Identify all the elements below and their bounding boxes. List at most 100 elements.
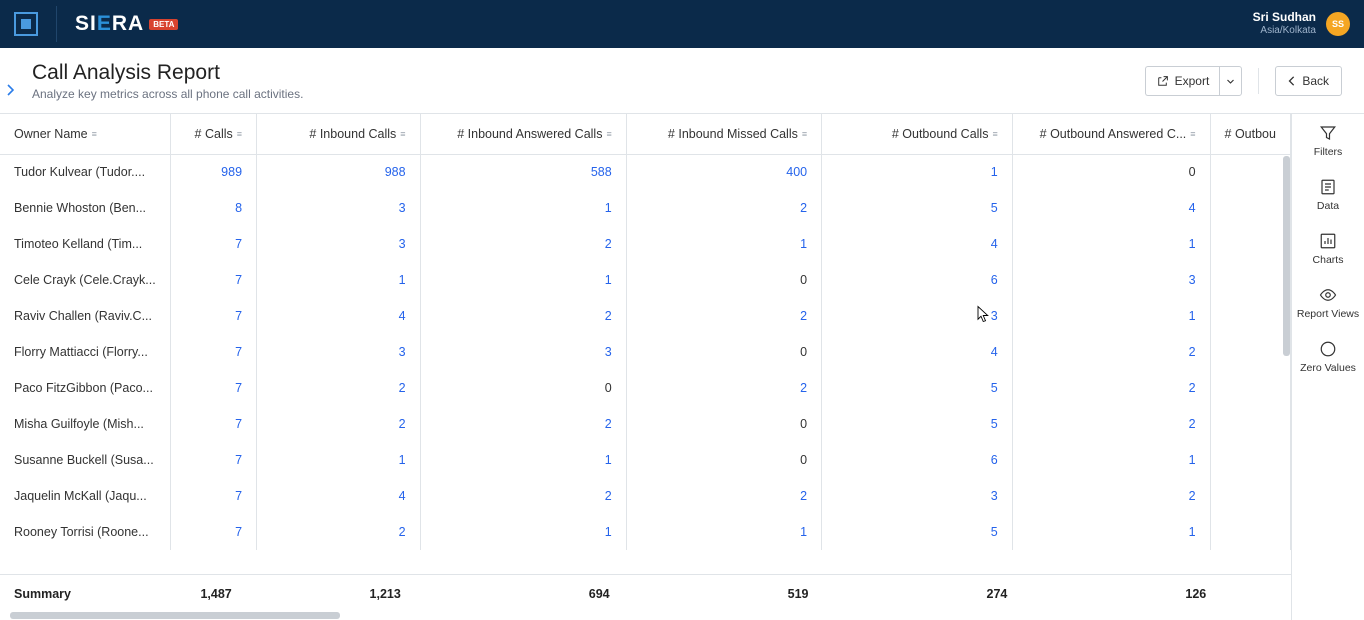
cell-value[interactable]: 2 [626, 298, 821, 334]
table-row[interactable]: Bennie Whoston (Ben...831254 [0, 190, 1291, 226]
table-row[interactable]: Tudor Kulvear (Tudor....98998858840010 [0, 154, 1291, 190]
table-row[interactable]: Paco FitzGibbon (Paco...720252 [0, 370, 1291, 406]
table-row[interactable]: Cele Crayk (Cele.Crayk...711063 [0, 262, 1291, 298]
cell-value[interactable]: 2 [626, 478, 821, 514]
cell-value[interactable]: 7 [170, 478, 256, 514]
cell-value[interactable]: 3 [257, 226, 421, 262]
table-row[interactable]: Jaquelin McKall (Jaqu...742232 [0, 478, 1291, 514]
cell-value[interactable]: 1 [420, 262, 626, 298]
cell-value[interactable]: 3 [822, 298, 1013, 334]
cell-value[interactable]: 1 [822, 154, 1013, 190]
cell-value[interactable]: 2 [257, 370, 421, 406]
export-button[interactable]: Export [1145, 66, 1220, 96]
cell-value[interactable]: 7 [170, 442, 256, 478]
cell-value[interactable]: 4 [822, 226, 1013, 262]
cell-value[interactable]: 1 [420, 442, 626, 478]
cell-value[interactable]: 3 [822, 478, 1013, 514]
cell-value[interactable]: 6 [822, 442, 1013, 478]
vertical-scrollbar[interactable] [1283, 156, 1290, 356]
cell-value[interactable]: 989 [170, 154, 256, 190]
cell-value[interactable]: 0 [626, 406, 821, 442]
cell-value[interactable]: 3 [257, 190, 421, 226]
cell-value[interactable]: 3 [420, 334, 626, 370]
cell-value[interactable]: 7 [170, 334, 256, 370]
rail-data[interactable]: Data [1317, 178, 1339, 212]
cell-value[interactable]: 0 [626, 334, 821, 370]
cell-value[interactable]: 400 [626, 154, 821, 190]
table-row[interactable]: Raviv Challen (Raviv.C...742231 [0, 298, 1291, 334]
cell-value[interactable]: 7 [170, 262, 256, 298]
col-header-outbound[interactable]: # Outbound Calls≡ [822, 114, 1013, 154]
cell-value[interactable]: 8 [170, 190, 256, 226]
cell-value[interactable]: 4 [257, 478, 421, 514]
cell-value[interactable]: 2 [420, 478, 626, 514]
cell-value[interactable]: 7 [170, 370, 256, 406]
cell-value[interactable]: 5 [822, 370, 1013, 406]
col-header-inbound[interactable]: # Inbound Calls≡ [257, 114, 421, 154]
table-row[interactable]: Rooney Torrisi (Roone...721151 [0, 514, 1291, 550]
cell-value[interactable]: 2 [1012, 406, 1210, 442]
col-header-inbound-answered[interactable]: # Inbound Answered Calls≡ [420, 114, 626, 154]
cell-value[interactable]: 3 [257, 334, 421, 370]
cell-value[interactable]: 1 [1012, 514, 1210, 550]
cell-value[interactable]: 2 [1012, 334, 1210, 370]
expand-sidebar-icon[interactable] [6, 84, 18, 101]
table-row[interactable]: Florry Mattiacci (Florry...733042 [0, 334, 1291, 370]
rail-report-views[interactable]: Report Views [1297, 286, 1359, 320]
rail-zero-values[interactable]: Zero Values [1300, 340, 1356, 374]
cell-value[interactable]: 2 [420, 226, 626, 262]
cell-value[interactable]: 0 [1012, 154, 1210, 190]
export-dropdown-button[interactable] [1219, 66, 1242, 96]
cell-value[interactable]: 7 [170, 226, 256, 262]
cell-value[interactable]: 1 [257, 442, 421, 478]
col-header-outbound-answered[interactable]: # Outbound Answered C...≡ [1012, 114, 1210, 154]
cell-value[interactable]: 2 [420, 298, 626, 334]
cell-value[interactable]: 2 [257, 406, 421, 442]
cell-value[interactable]: 1 [1012, 226, 1210, 262]
cell-value[interactable]: 1 [626, 226, 821, 262]
table-row[interactable]: Susanne Buckell (Susa...711061 [0, 442, 1291, 478]
cell-value[interactable]: 4 [822, 334, 1013, 370]
cell-value[interactable]: 4 [257, 298, 421, 334]
cell-value[interactable]: 2 [257, 514, 421, 550]
back-button[interactable]: Back [1275, 66, 1342, 96]
cell-value[interactable]: 7 [170, 406, 256, 442]
cell-value[interactable]: 6 [822, 262, 1013, 298]
cell-value[interactable]: 2 [1012, 478, 1210, 514]
cell-value[interactable]: 0 [626, 262, 821, 298]
cell-value[interactable]: 1 [1012, 442, 1210, 478]
cell-value[interactable]: 0 [420, 370, 626, 406]
rail-charts[interactable]: Charts [1313, 232, 1344, 266]
col-header-owner[interactable]: Owner Name≡ [0, 114, 170, 154]
cell-value[interactable]: 3 [1012, 262, 1210, 298]
app-logo-icon[interactable] [14, 12, 38, 36]
avatar[interactable]: SS [1326, 12, 1350, 36]
cell-value[interactable]: 1 [1012, 298, 1210, 334]
cell-value[interactable]: 5 [822, 406, 1013, 442]
cell-value[interactable]: 988 [257, 154, 421, 190]
col-header-outbound-missed[interactable]: # Outbou [1210, 114, 1290, 154]
cell-value[interactable]: 5 [822, 190, 1013, 226]
cell-value[interactable]: 2 [1012, 370, 1210, 406]
brand-logo[interactable]: SIERA BETA [75, 12, 178, 36]
user-info[interactable]: Sri Sudhan Asia/Kolkata [1253, 11, 1316, 36]
cell-value[interactable]: 7 [170, 514, 256, 550]
cell-value[interactable]: 1 [626, 514, 821, 550]
col-header-inbound-missed[interactable]: # Inbound Missed Calls≡ [626, 114, 821, 154]
horizontal-scrollbar[interactable] [0, 612, 160, 620]
cell-value[interactable]: 2 [626, 190, 821, 226]
cell-value[interactable]: 5 [822, 514, 1013, 550]
cell-value[interactable]: 2 [420, 406, 626, 442]
cell-value[interactable]: 1 [420, 190, 626, 226]
cell-value[interactable]: 588 [420, 154, 626, 190]
rail-filters[interactable]: Filters [1314, 124, 1343, 158]
table-row[interactable]: Misha Guilfoyle (Mish...722052 [0, 406, 1291, 442]
cell-value[interactable]: 1 [420, 514, 626, 550]
cell-value[interactable]: 1 [257, 262, 421, 298]
col-header-calls[interactable]: # Calls≡ [170, 114, 256, 154]
table-row[interactable]: Timoteo Kelland (Tim...732141 [0, 226, 1291, 262]
cell-value[interactable]: 2 [626, 370, 821, 406]
cell-value[interactable]: 7 [170, 298, 256, 334]
cell-value[interactable]: 0 [626, 442, 821, 478]
cell-value[interactable]: 4 [1012, 190, 1210, 226]
